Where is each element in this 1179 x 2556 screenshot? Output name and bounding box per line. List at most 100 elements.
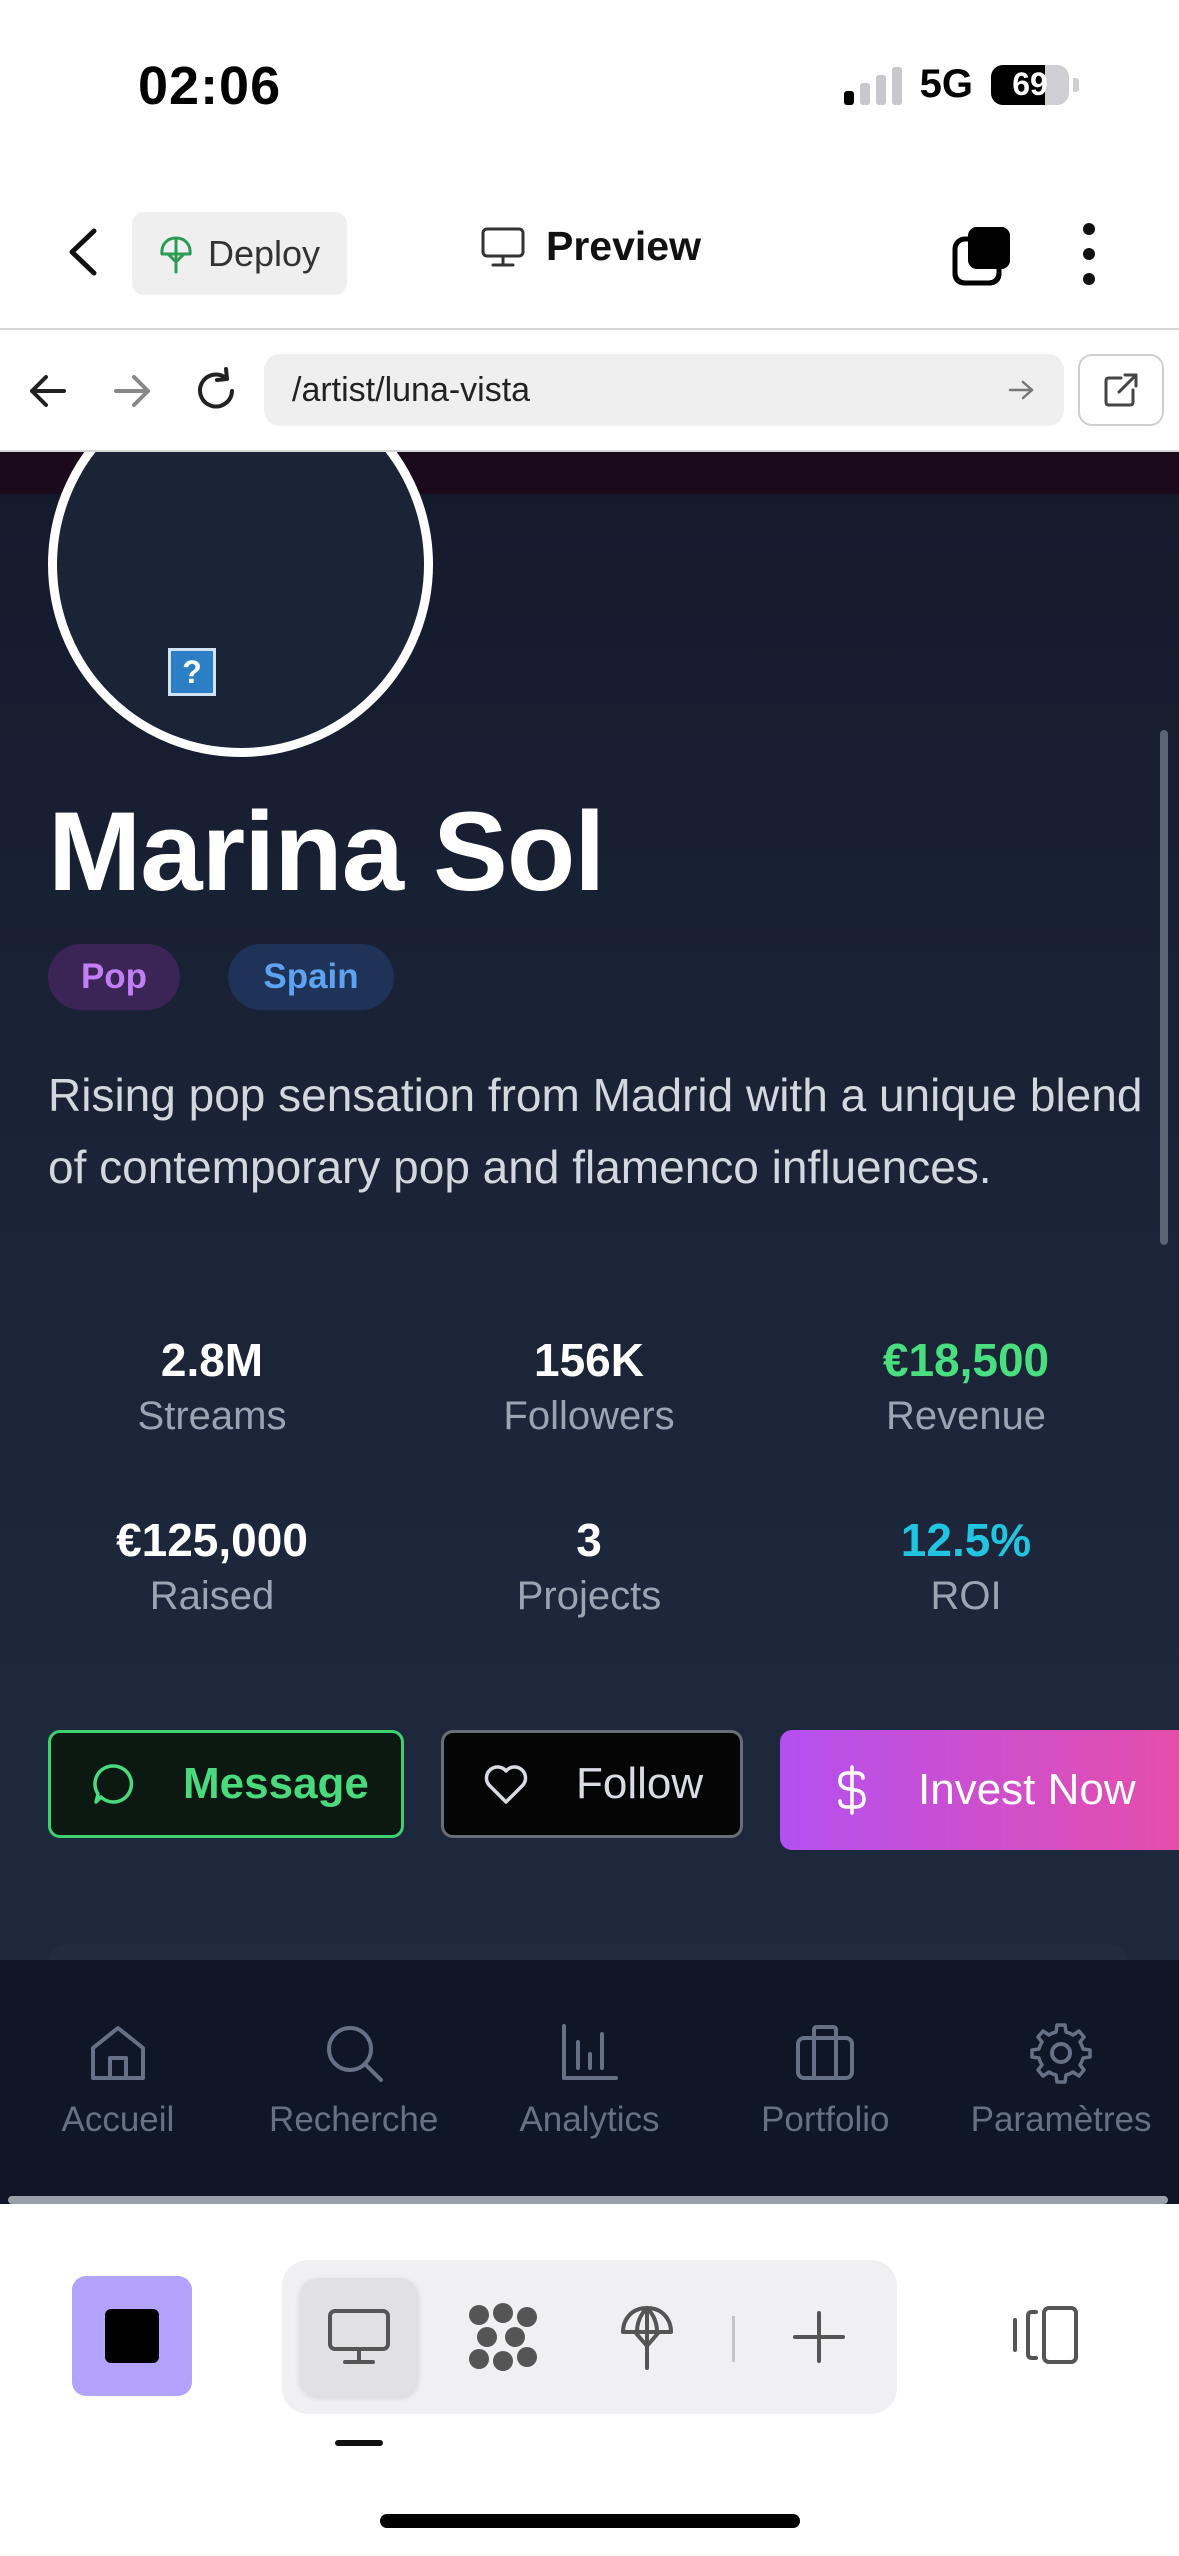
reload-icon	[198, 367, 234, 409]
status-time: 02:06	[138, 56, 282, 116]
stat-label: Followers	[503, 1394, 675, 1438]
deploy-tree-icon	[160, 236, 192, 273]
stop-square-icon	[105, 2309, 159, 2363]
stat-roi: 12.5% ROI	[801, 1510, 1131, 1619]
message-button[interactable]: Message	[48, 1730, 404, 1838]
active-tab-indicator	[335, 2440, 383, 2446]
search-icon	[326, 2026, 383, 2082]
nav-item-portfolio[interactable]: Portfolio	[715, 2020, 935, 2204]
network-type: 5G	[919, 62, 973, 106]
nav-label: Recherche	[269, 2100, 439, 2139]
app-header: Deploy Preview	[0, 175, 1179, 330]
integrations-button[interactable]	[444, 2278, 562, 2396]
artist-page-webview: ? Marina Sol Pop Spain Rising pop sensat…	[0, 452, 1179, 1960]
arrow-right-icon	[114, 375, 150, 407]
stat-label: ROI	[930, 1574, 1002, 1618]
dot	[1083, 223, 1095, 235]
signal-icon	[843, 65, 902, 105]
nav-label: Portfolio	[761, 2100, 890, 2139]
stat-label: Raised	[149, 1574, 275, 1618]
stat-label: Projects	[516, 1574, 662, 1618]
nav-label: Analytics	[519, 2100, 660, 2139]
stat-value: 3	[576, 1514, 602, 1566]
battery-percent: 69	[1012, 66, 1048, 102]
app-switcher-button[interactable]	[72, 2276, 192, 2396]
more-options-button[interactable]	[1070, 223, 1108, 285]
dot	[1083, 248, 1095, 260]
stat-followers: 156K Followers	[424, 1330, 754, 1439]
plus-icon	[793, 2311, 845, 2363]
status-bar: 02:06 5G 69	[0, 0, 1179, 175]
stat-projects: 3 Projects	[424, 1510, 754, 1619]
bottom-toolbar	[0, 2214, 1179, 2556]
horizontal-scrollbar[interactable]	[8, 2196, 1168, 2204]
follow-label: Follow	[576, 1759, 704, 1808]
nav-item-accueil[interactable]: Accueil	[8, 2020, 228, 2204]
home-indicator	[380, 2514, 800, 2528]
divider	[732, 2316, 735, 2362]
stat-value: 156K	[534, 1334, 644, 1386]
network-nodes-icon	[469, 2303, 537, 2371]
monitor-icon	[481, 227, 525, 266]
broken-image-icon: ?	[168, 648, 216, 696]
status-indicators: 5G 69	[843, 62, 1079, 107]
dollar-icon	[838, 1765, 866, 1815]
view-mode-segmented-control	[282, 2260, 897, 2414]
arrow-left-icon	[30, 375, 66, 407]
preview-title: Preview	[480, 223, 701, 270]
follow-button[interactable]: Follow	[441, 1730, 743, 1838]
deploy-mode-button[interactable]	[588, 2278, 706, 2396]
external-link-icon	[1104, 373, 1138, 407]
message-circle-icon	[93, 1764, 134, 1804]
panel-toggle-button[interactable]	[1010, 2302, 1080, 2368]
stat-streams: 2.8M Streams	[47, 1330, 377, 1439]
stat-label: Revenue	[885, 1394, 1047, 1438]
nav-item-analytics[interactable]: Analytics	[479, 2020, 699, 2204]
nav-item-recherche[interactable]: Recherche	[244, 2020, 464, 2204]
tabs-icon	[952, 227, 1010, 286]
sidebar-panel-icon	[1013, 2306, 1078, 2364]
browser-forward-button[interactable]	[106, 365, 158, 417]
invest-now-button[interactable]: Invest Now	[780, 1730, 1179, 1850]
deploy-tree-icon	[621, 2306, 673, 2370]
country-tag: Spain	[228, 944, 394, 1010]
artist-bio: Rising pop sensation from Madrid with a …	[48, 1069, 1143, 1193]
preview-mode-button[interactable]	[300, 2278, 418, 2396]
bar-chart-icon	[562, 2024, 619, 2080]
reload-button[interactable]	[190, 365, 242, 417]
url-input[interactable]: /artist/luna-vista	[264, 354, 1064, 426]
battery-cap	[1073, 77, 1079, 92]
monitor-icon	[328, 2309, 390, 2364]
stat-label: Streams	[137, 1394, 287, 1438]
browser-bar: /artist/luna-vista	[0, 330, 1179, 452]
add-button[interactable]	[760, 2278, 878, 2396]
home-icon	[90, 2026, 145, 2080]
genre-tag: Pop	[48, 944, 180, 1010]
stat-revenue: €18,500 Revenue	[801, 1330, 1131, 1439]
dot	[1083, 273, 1095, 285]
back-button[interactable]	[60, 225, 108, 279]
content-card	[48, 1944, 1128, 1960]
stat-value: 12.5%	[900, 1514, 1032, 1566]
briefcase-icon	[796, 2025, 855, 2080]
url-text: /artist/luna-vista	[292, 370, 531, 409]
battery-icon: 69	[991, 64, 1069, 105]
stat-value: 2.8M	[160, 1334, 264, 1386]
artist-avatar	[48, 452, 433, 757]
preview-label: Preview	[546, 223, 701, 269]
tabs-button[interactable]	[950, 223, 1016, 289]
scrollbar[interactable]	[1160, 730, 1168, 1245]
stat-value: €125,000	[116, 1514, 308, 1566]
artist-name: Marina Sol	[48, 789, 605, 914]
stat-value: €18,500	[882, 1334, 1050, 1386]
stat-raised: €125,000 Raised	[47, 1510, 377, 1619]
gear-icon	[1030, 2023, 1092, 2084]
heart-icon	[484, 1765, 528, 1804]
nav-item-parametres[interactable]: Paramètres	[951, 2020, 1171, 2204]
browser-back-button[interactable]	[22, 365, 74, 417]
nav-label: Paramètres	[970, 2100, 1152, 2139]
go-arrow-icon[interactable]	[1006, 375, 1036, 405]
chevron-left-icon	[69, 228, 97, 276]
deploy-button[interactable]: Deploy	[132, 212, 347, 295]
open-external-button[interactable]	[1078, 354, 1164, 426]
